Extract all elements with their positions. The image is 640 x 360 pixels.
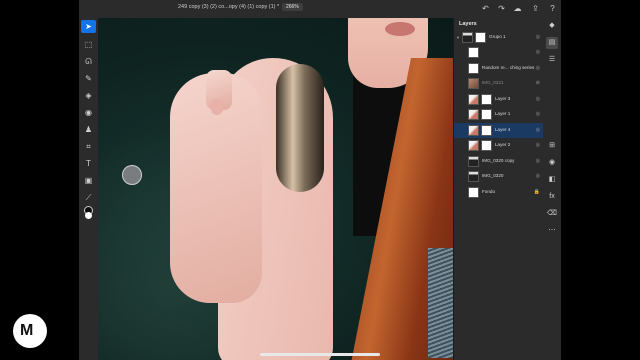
visibility-toggle-icon[interactable]: ◎ bbox=[536, 49, 540, 55]
more-icon[interactable]: ⋯ bbox=[546, 225, 558, 237]
layer-mask-thumbnail bbox=[481, 140, 492, 151]
layer-thumbnail bbox=[468, 140, 479, 151]
cloud-icon[interactable]: ☁ bbox=[512, 3, 523, 14]
share-icon[interactable]: ⇪ bbox=[530, 3, 541, 14]
visibility-toggle-icon[interactable]: ◎ bbox=[536, 142, 540, 148]
canvas-lips bbox=[385, 22, 415, 36]
lock-icon[interactable]: 🔒 bbox=[534, 189, 540, 195]
visibility-toggle-icon[interactable]: ◎ bbox=[536, 111, 540, 117]
visibility-toggle-icon[interactable]: ◎ bbox=[536, 96, 540, 102]
canvas-nail bbox=[211, 99, 223, 115]
layer-mask-thumbnail bbox=[481, 125, 492, 136]
layer-row[interactable]: ▼ Grupo 1 ◎ bbox=[454, 30, 544, 45]
eyedropper-tool[interactable]: ⟋ bbox=[81, 191, 96, 204]
fill-tool[interactable]: ◉ bbox=[81, 106, 96, 119]
layer-name: Layer 3 bbox=[495, 96, 511, 101]
brush-cursor bbox=[122, 165, 142, 185]
visibility-toggle-icon[interactable]: ◎ bbox=[536, 127, 540, 133]
layer-row[interactable]: Fondo 🔒 bbox=[454, 185, 544, 200]
zoom-level[interactable]: 266% bbox=[282, 3, 303, 11]
undo-icon[interactable]: ↶ bbox=[480, 3, 491, 14]
canvas-arm-cuff bbox=[276, 64, 324, 192]
layer-thumbnail bbox=[468, 47, 479, 58]
layer-name: IMG_0321 bbox=[482, 80, 504, 85]
visibility-toggle-icon[interactable]: ◎ bbox=[536, 158, 540, 164]
transform-tool[interactable]: ⬚ bbox=[81, 38, 96, 51]
layer-thumbnail bbox=[468, 171, 479, 182]
layer-name: IMG_0320 copy bbox=[482, 158, 515, 163]
eraser-tool[interactable]: ◈ bbox=[81, 89, 96, 102]
document-title[interactable]: 249 copy (3) (2) co...opy (4) (1) copy (… bbox=[178, 4, 279, 10]
right-tool-bar bbox=[543, 18, 561, 360]
effects-icon[interactable]: fx bbox=[546, 191, 558, 203]
home-indicator[interactable] bbox=[260, 353, 380, 356]
layer-name: Layer 2 bbox=[495, 142, 511, 147]
layer-row[interactable]: IMG_0320 copy ◎ bbox=[454, 154, 544, 169]
type-tool[interactable]: T bbox=[81, 157, 96, 170]
document-canvas[interactable] bbox=[98, 18, 453, 360]
mask-icon[interactable]: ◧ bbox=[546, 174, 558, 186]
add-layer-icon[interactable]: ⊞ bbox=[546, 140, 558, 152]
layers-panel: Layers ▼ Grupo 1 ◎ ◎ Random re... ching seri… bbox=[453, 18, 544, 360]
layer-row[interactable]: ◎ bbox=[454, 45, 544, 60]
visibility-toggle-icon[interactable]: ◎ bbox=[536, 34, 540, 40]
layer-thumbnail bbox=[462, 32, 473, 43]
layer-thumbnail bbox=[468, 63, 479, 74]
layer-row[interactable]: Layer 4 ◎ bbox=[454, 123, 544, 138]
background-color-swatch[interactable] bbox=[85, 212, 92, 219]
layer-thumbnail bbox=[468, 187, 479, 198]
visibility-toggle-icon[interactable]: ◎ bbox=[536, 173, 540, 179]
layer-row[interactable]: IMG_0321 ⊘ bbox=[454, 76, 544, 91]
layer-name: IMG_0320 bbox=[482, 173, 504, 178]
layer-row[interactable]: Layer 1 ◎ bbox=[454, 107, 544, 122]
clear-icon[interactable]: ⌫ bbox=[546, 208, 558, 220]
layer-row[interactable]: Layer 3 ◎ bbox=[454, 92, 544, 107]
redo-icon[interactable]: ↷ bbox=[496, 3, 507, 14]
crop-tool[interactable]: ⌗ bbox=[81, 140, 96, 153]
layer-row[interactable]: Random re... ching series ◎ bbox=[454, 61, 544, 76]
canvas-necklace bbox=[428, 248, 453, 358]
layer-thumbnail bbox=[468, 78, 479, 89]
layer-mask-thumbnail bbox=[481, 94, 492, 105]
watermark-logo-mark: M bbox=[20, 322, 34, 339]
layer-thumbnail bbox=[468, 156, 479, 167]
layer-mask-thumbnail bbox=[481, 109, 492, 120]
adjustments-icon[interactable]: ☰ bbox=[546, 54, 558, 66]
layer-thumbnail bbox=[468, 109, 479, 120]
help-icon[interactable]: ? bbox=[547, 3, 558, 14]
layer-name: Layer 1 bbox=[495, 111, 511, 116]
group-expand-icon[interactable]: ▼ bbox=[456, 35, 460, 40]
layer-name: Layer 4 bbox=[495, 127, 511, 132]
layer-properties-icon[interactable]: ▤ bbox=[546, 37, 558, 49]
place-image-tool[interactable]: ▣ bbox=[81, 174, 96, 187]
visibility-toggle-icon[interactable]: ⊘ bbox=[536, 80, 540, 86]
layer-row[interactable]: IMG_0320 ◎ bbox=[454, 169, 544, 184]
layer-name: Random re... ching series bbox=[482, 65, 535, 70]
layer-thumbnail bbox=[468, 94, 479, 105]
layer-thumbnail bbox=[468, 125, 479, 136]
visibility-icon[interactable]: ◉ bbox=[546, 157, 558, 169]
layers-panel-title: Layers bbox=[459, 21, 477, 27]
move-tool[interactable]: ➤ bbox=[81, 20, 96, 33]
clone-stamp-tool[interactable]: ♟ bbox=[81, 123, 96, 136]
letterbox-right bbox=[561, 0, 640, 360]
layer-name: Grupo 1 bbox=[489, 34, 506, 39]
layers-icon[interactable]: ◆ bbox=[546, 20, 558, 32]
layer-row[interactable]: Layer 2 ◎ bbox=[454, 138, 544, 153]
brush-tool[interactable]: ✎ bbox=[81, 72, 96, 85]
layer-name: Fondo bbox=[482, 189, 496, 194]
layer-mask-thumbnail bbox=[475, 32, 486, 43]
visibility-toggle-icon[interactable]: ◎ bbox=[536, 65, 540, 71]
lasso-tool[interactable]: ᘏ bbox=[81, 55, 96, 68]
